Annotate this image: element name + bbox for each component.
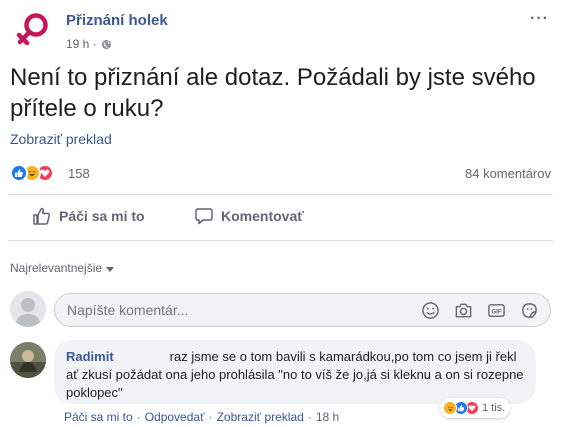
thumbs-up-icon (33, 207, 51, 225)
post-text: Není to přiznání ale dotaz. Požádali by … (10, 64, 536, 122)
reaction-icons[interactable] (10, 164, 54, 182)
svg-text:GIF: GIF (491, 308, 501, 315)
comment-translate-link[interactable]: Zobraziť preklad (217, 410, 304, 424)
comment-sort-dropdown[interactable]: Najrelevantnejšie (10, 261, 115, 275)
comment-reply-link[interactable]: Odpovedať (145, 410, 205, 424)
comment-text: raz jsme se o tom bavili s kamarádkou,po… (66, 349, 524, 400)
post-header: Přiznání holek 19 h · ··· (8, 6, 553, 52)
haha-reaction-icon (443, 401, 457, 415)
comment-reaction-count: 1 tis. (482, 402, 506, 414)
post-time[interactable]: 19 h · (66, 37, 97, 51)
reactions-row: 158 84 komentárov (10, 164, 555, 184)
separator: · (208, 410, 213, 424)
separator: · (307, 410, 312, 424)
comment-actions: Páči sa mi to · Odpovedať · Zobraziť pre… (64, 410, 339, 424)
post-meta: 19 h · (66, 37, 112, 51)
like-reaction-icon (10, 164, 28, 182)
more-options-icon[interactable]: ··· (530, 10, 549, 28)
separator: · (136, 410, 141, 424)
female-symbol-icon (16, 13, 48, 46)
speech-bubble-icon (195, 208, 213, 225)
comment-time[interactable]: 18 h (316, 410, 339, 424)
globe-icon (101, 39, 111, 49)
comment-button[interactable]: Komentovať (194, 206, 304, 226)
comment: Radimit raz jsme se o tom bavili s kamará… (10, 338, 555, 424)
page-name[interactable]: Přiznání holek (66, 12, 168, 29)
comment-count[interactable]: 84 komentárov (465, 166, 551, 181)
gif-icon[interactable]: GIF (487, 301, 506, 320)
reaction-count[interactable]: 158 (68, 166, 90, 181)
page-avatar[interactable] (10, 8, 54, 52)
caret-down-icon (106, 266, 115, 272)
smiley-icon[interactable] (421, 301, 440, 320)
composer-tools: GIF (421, 301, 539, 320)
divider (8, 194, 553, 195)
comment-like-link[interactable]: Páči sa mi to (64, 410, 133, 424)
sort-label: Najrelevantnejšie (10, 261, 103, 275)
like-button-label: Páči sa mi to (59, 208, 145, 224)
commenter-avatar[interactable] (10, 342, 46, 378)
comment-button-label: Komentovať (221, 208, 304, 224)
camera-icon[interactable] (454, 301, 473, 320)
action-bar: Páči sa mi to Komentovať (8, 202, 553, 234)
sticker-icon[interactable] (520, 301, 539, 320)
commenter-photo (10, 342, 46, 378)
comment-author[interactable]: Radimit (66, 349, 114, 364)
divider (8, 240, 553, 241)
comment-reactions[interactable]: 1 tis. (440, 398, 511, 418)
user-avatar (10, 291, 46, 327)
translate-link[interactable]: Zobraziť preklad (10, 131, 112, 147)
comment-composer: GIF (10, 289, 553, 329)
default-avatar-icon (10, 291, 46, 327)
like-button[interactable]: Páči sa mi to (32, 206, 145, 226)
comment-bubble: Radimit raz jsme se o tom bavili s kamará… (54, 340, 536, 404)
